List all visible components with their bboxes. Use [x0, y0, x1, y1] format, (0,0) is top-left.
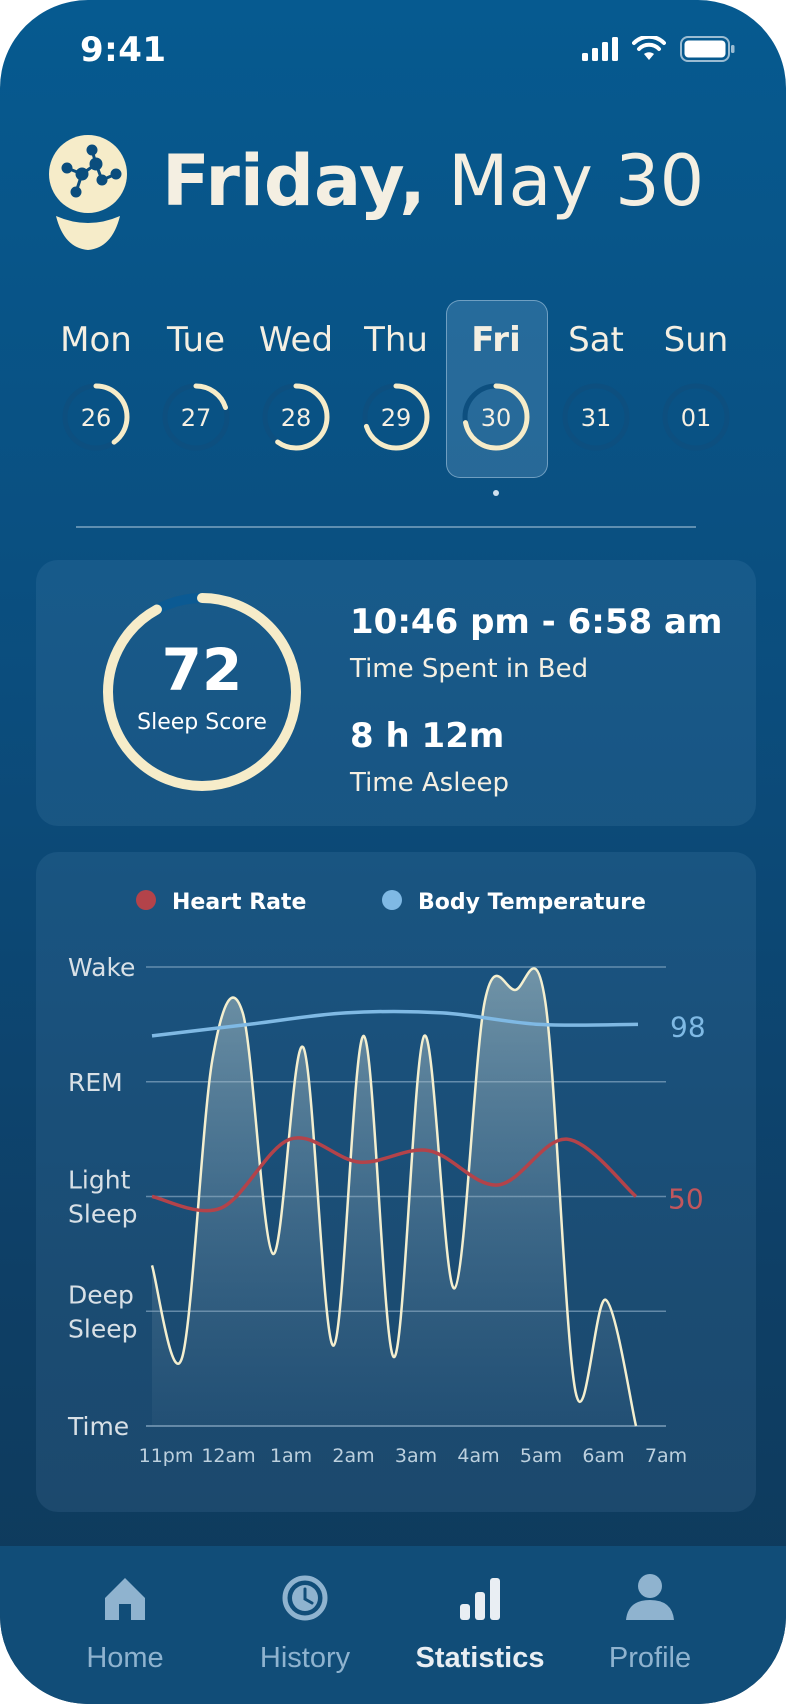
battery-icon [680, 36, 735, 62]
day-sat[interactable]: Sat 31 [546, 300, 646, 480]
x-axis-label: 12am [201, 1445, 255, 1467]
y-axis-label: Time [67, 1412, 129, 1441]
time-asleep-label: Time Asleep [350, 768, 509, 798]
day-thu[interactable]: Thu 29 [346, 300, 446, 480]
status-icons [582, 36, 736, 62]
y-axis-label: Deep Sleep [68, 1280, 137, 1343]
x-axis-label: 1am [270, 1445, 312, 1467]
day-name: Sun [663, 320, 729, 360]
legend-label: Body Temperature [418, 890, 646, 915]
time-in-bed-label: Time Spent in Bed [350, 654, 589, 684]
statistics-icon [460, 1578, 500, 1620]
x-axis-label: 11pm [139, 1445, 194, 1467]
y-axis-label: Wake [68, 953, 135, 982]
tab-home[interactable]: Home [35, 1546, 215, 1704]
tab-label: Statistics [415, 1642, 545, 1674]
title-date: May 30 [448, 140, 705, 222]
sleep-score-value: 72 [161, 636, 243, 704]
phone-screen: 9:41 Friday, May 30 Mon 26 Tue 27 Wed 28… [0, 0, 786, 1704]
week-selector: Mon 26 Tue 27 Wed 28 Thu 29 Fri 30 Sat 31 Sun 01 [46, 300, 736, 480]
body-temperature-value: 98 [670, 1010, 706, 1043]
day-name: Mon [60, 320, 132, 360]
day-number: 29 [380, 404, 412, 432]
x-axis-label: 5am [520, 1445, 562, 1467]
tab-profile[interactable]: Profile [560, 1546, 740, 1704]
day-fri[interactable]: Fri 30 [446, 300, 548, 480]
x-axis-label: 3am [395, 1445, 437, 1467]
day-name: Fri [471, 320, 521, 360]
day-number: 26 [80, 404, 112, 432]
x-axis-label: 4am [457, 1445, 499, 1467]
day-wed[interactable]: Wed 28 [246, 300, 346, 480]
selected-day-indicator [493, 490, 499, 496]
day-tue[interactable]: Tue 27 [146, 300, 246, 480]
heart-rate-value: 50 [668, 1183, 704, 1216]
day-name: Thu [364, 320, 428, 360]
day-sun[interactable]: Sun 01 [646, 300, 746, 480]
page-title: Friday, May 30 [162, 140, 704, 222]
legend-marker [136, 890, 156, 910]
app-logo-icon [49, 135, 127, 250]
sleep-chart: Heart Rate Body Temperature Wake REM Light Sl… [67, 890, 706, 1467]
sleep-summary-card: 72 Sleep Score 10:46 pm - 6:58 am Time S… [36, 560, 756, 826]
home-icon [105, 1578, 145, 1620]
day-name: Wed [258, 320, 334, 360]
status-time: 9:41 [80, 30, 167, 70]
tab-label: History [259, 1642, 351, 1674]
legend-marker [382, 890, 402, 910]
day-name: Tue [166, 320, 226, 360]
wifi-icon [632, 36, 666, 60]
cellular-signal-icon [582, 37, 618, 61]
history-icon [282, 1575, 328, 1621]
day-number: 28 [280, 404, 312, 432]
day-name: Sat [568, 320, 624, 360]
tab-statistics[interactable]: Statistics [390, 1546, 570, 1704]
divider [76, 526, 696, 528]
chart-legend: Heart Rate Body Temperature [136, 890, 646, 915]
y-axis-label: Light Sleep [68, 1166, 137, 1229]
y-axis-label: REM [68, 1068, 123, 1097]
day-number: 27 [180, 404, 212, 432]
day-number: 30 [480, 404, 512, 432]
day-number: 01 [680, 404, 712, 432]
tab-label: Home [86, 1642, 164, 1674]
day-number: 31 [580, 404, 612, 432]
x-axis-label: 6am [582, 1445, 624, 1467]
sleep-score-label: Sleep Score [137, 710, 267, 735]
tab-history[interactable]: History [215, 1546, 395, 1704]
day-mon[interactable]: Mon 26 [46, 300, 146, 480]
tab-bar: Home History Statistics Profile [0, 1546, 786, 1704]
time-in-bed-value: 10:46 pm - 6:58 am [350, 602, 723, 642]
title-weekday: Friday, [162, 140, 426, 222]
profile-icon [626, 1574, 674, 1620]
sleep-chart-card: Heart Rate Body Temperature Wake REM Light Sl… [36, 852, 756, 1512]
time-asleep-value: 8 h 12m [350, 716, 505, 756]
tab-label: Profile [608, 1642, 692, 1674]
x-axis-label: 7am [645, 1445, 687, 1467]
x-axis-label: 2am [332, 1445, 374, 1467]
legend-label: Heart Rate [172, 890, 306, 915]
